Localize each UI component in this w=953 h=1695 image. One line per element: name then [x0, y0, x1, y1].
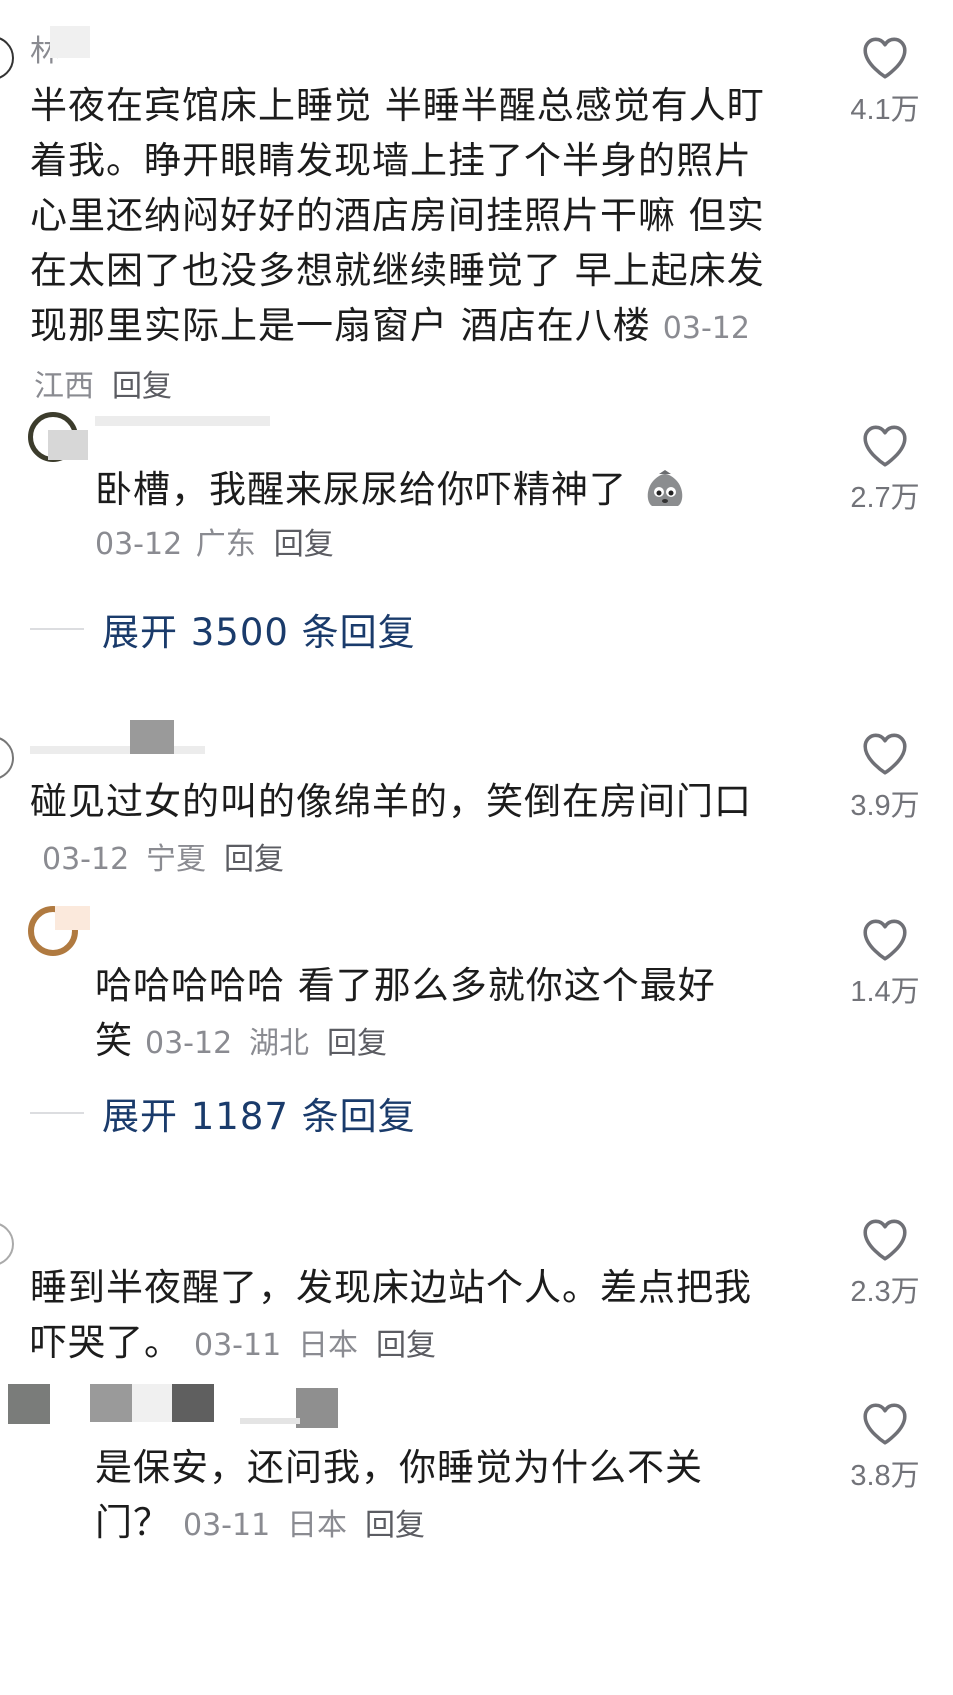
comment-body: 睡到半夜醒了，发现床边站个人。差点把我吓哭了。 03-11 日本 回复 — [30, 1260, 770, 1373]
like-button[interactable]: 1.4万 — [835, 916, 935, 1010]
heart-outline-icon — [863, 37, 907, 79]
reply-location: 广东 — [195, 527, 256, 562]
like-count: 1.4万 — [850, 976, 920, 1008]
like-count: 3.9万 — [850, 790, 920, 822]
blurred-block — [172, 1384, 214, 1422]
comment-location: 宁夏 — [145, 842, 206, 877]
heart-outline-icon — [863, 919, 907, 961]
heart-outline-icon — [863, 1403, 907, 1445]
reply-body: 是保安，还问我，你睡觉为什么不关门？ 03-11 日本 回复 — [95, 1440, 745, 1553]
blurred-block — [90, 1384, 132, 1422]
crying-pouch-emoji-icon — [647, 470, 683, 506]
blurred-name — [95, 416, 270, 426]
reply-button[interactable]: 回复 — [327, 1026, 387, 1061]
comment-body: 半夜在宾馆床上睡觉 半睡半醒总感觉有人盯着我。睁开眼睛发现墙上挂了个半身的照片 … — [30, 78, 770, 414]
like-button[interactable]: 2.7万 — [835, 422, 935, 516]
like-button[interactable]: 4.1万 — [835, 34, 935, 128]
blurred-block — [132, 1384, 172, 1422]
reply-button[interactable]: 回复 — [224, 842, 284, 877]
heart-outline-icon — [863, 733, 907, 775]
expand-replies-button[interactable]: 展开 1187 条回复 — [30, 1086, 416, 1140]
comment-body: 碰见过女的叫的像绵羊的，笑倒在房间门口 03-12 宁夏 回复 — [30, 774, 770, 887]
divider-line — [30, 1112, 84, 1114]
like-button[interactable]: 3.8万 — [835, 1400, 935, 1494]
like-count: 3.8万 — [850, 1460, 920, 1492]
reply-button[interactable]: 回复 — [376, 1328, 436, 1363]
blurred-avatar-overlay — [48, 430, 88, 460]
comment-text: 碰见过女的叫的像绵羊的，笑倒在房间门口 — [30, 780, 752, 823]
blurred-avatar — [8, 1384, 50, 1424]
avatar[interactable] — [0, 36, 14, 80]
reply-button[interactable]: 回复 — [112, 369, 172, 404]
comment-date: 03-12 — [42, 842, 130, 877]
reply-meta: 03-12 广东 回复 — [95, 522, 334, 568]
like-count: 4.1万 — [850, 94, 920, 126]
comment-date: 03-11 — [194, 1328, 282, 1363]
expand-replies-label: 展开 3500 条回复 — [102, 611, 416, 654]
reply-location: 日本 — [286, 1508, 347, 1543]
blurred-block — [296, 1388, 338, 1428]
reply-date: 03-12 — [145, 1026, 233, 1061]
heart-outline-icon — [863, 425, 907, 467]
blurred-name — [55, 906, 90, 930]
reply-location: 湖北 — [248, 1026, 309, 1061]
reply-text: 卧槽，我醒来尿尿给你吓精神了 — [95, 468, 627, 511]
comment-date: 03-12 — [662, 311, 750, 346]
like-button[interactable]: 3.9万 — [835, 730, 935, 824]
expand-replies-label: 展开 1187 条回复 — [102, 1095, 416, 1138]
reply-button[interactable]: 回复 — [365, 1508, 425, 1543]
blurred-name-overlay — [130, 720, 174, 754]
like-button[interactable]: 2.3万 — [835, 1216, 935, 1310]
expand-replies-button[interactable]: 展开 3500 条回复 — [30, 602, 416, 656]
reply-date: 03-12 — [95, 527, 183, 562]
blurred-line — [240, 1418, 300, 1424]
comment-location: 日本 — [297, 1328, 358, 1363]
heart-outline-icon — [863, 1219, 907, 1261]
reply-date: 03-11 — [183, 1508, 271, 1543]
avatar[interactable] — [0, 736, 14, 780]
divider-line — [30, 628, 84, 630]
blurred-name — [50, 26, 90, 58]
like-count: 2.3万 — [850, 1276, 920, 1308]
reply-button[interactable]: 回复 — [274, 527, 334, 562]
like-count: 2.7万 — [850, 482, 920, 514]
avatar[interactable] — [0, 1222, 14, 1266]
comment-text: 半夜在宾馆床上睡觉 半睡半醒总感觉有人盯着我。睁开眼睛发现墙上挂了个半身的照片 … — [30, 84, 765, 347]
comment-location: 江西 — [34, 369, 94, 404]
blurred-name — [30, 746, 205, 754]
reply-body: 卧槽，我醒来尿尿给你吓精神了 — [95, 462, 745, 517]
reply-body: 哈哈哈哈哈 看了那么多就你这个最好笑 03-12 湖北 回复 — [95, 958, 745, 1071]
